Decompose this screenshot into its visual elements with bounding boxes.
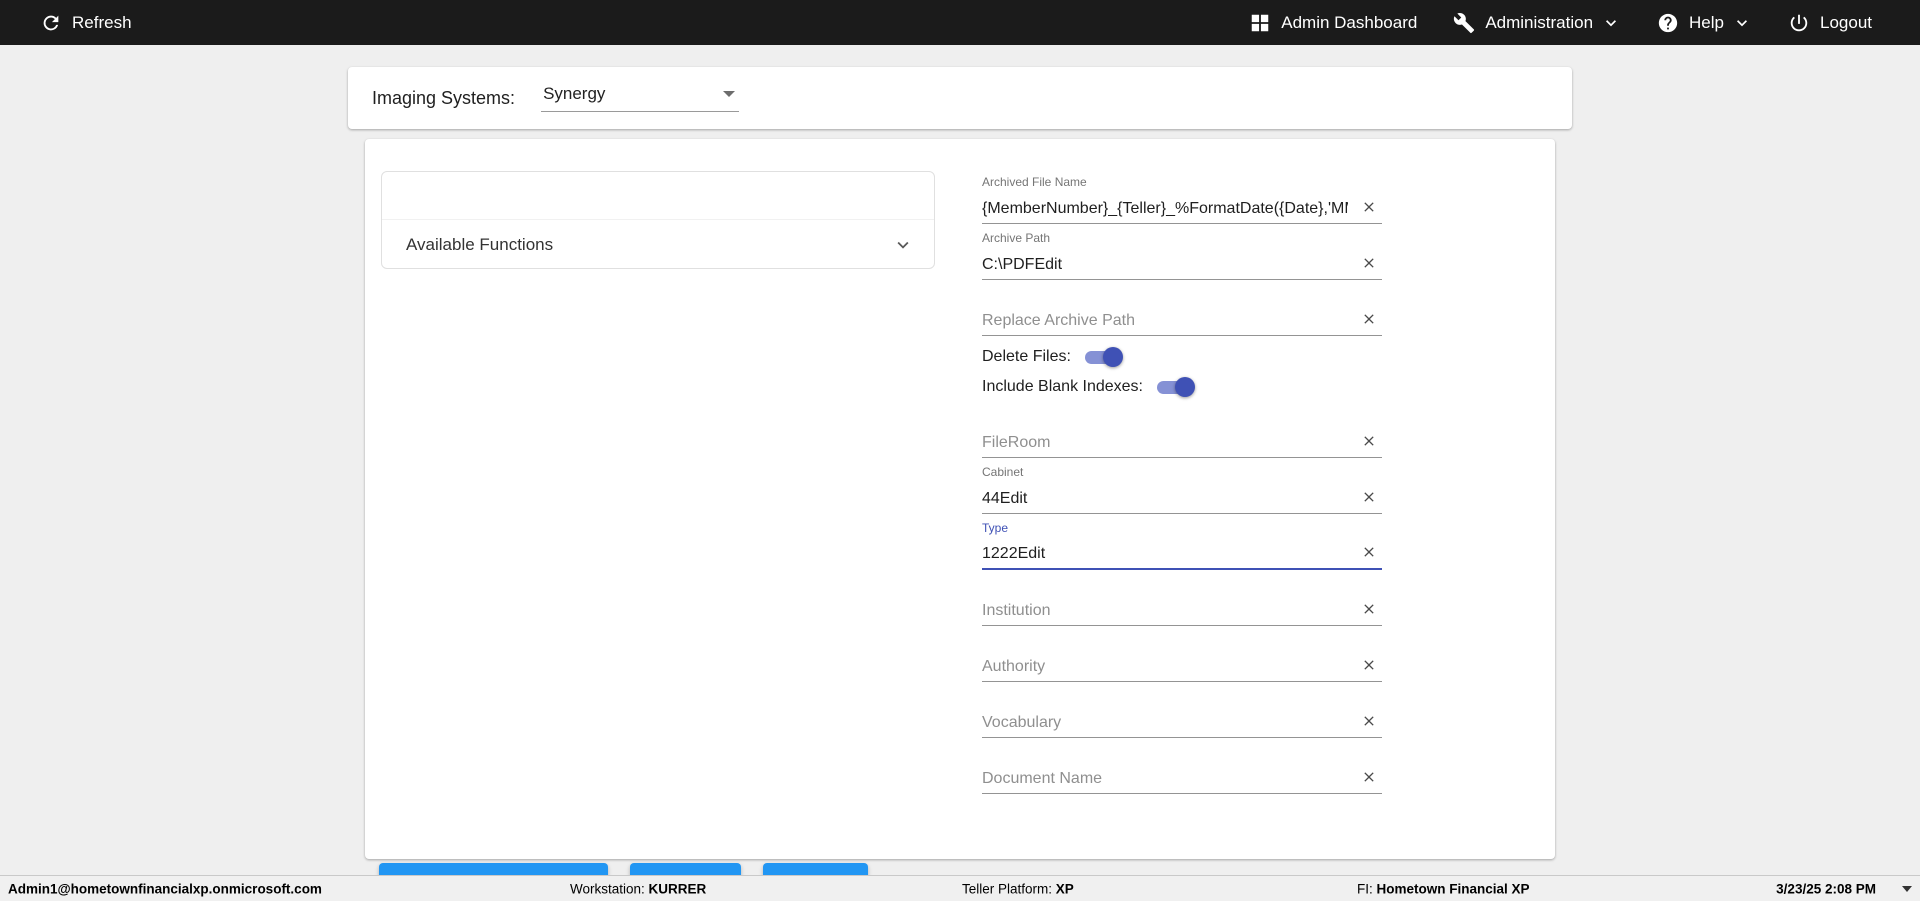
- field-archive-path: Archive Path: [982, 224, 1382, 280]
- clear-icon[interactable]: [1356, 539, 1382, 565]
- logout-button[interactable]: Logout: [1788, 12, 1872, 34]
- fileroom-input[interactable]: [982, 434, 1348, 452]
- available-functions-label: Available Functions: [406, 235, 553, 255]
- statusbar-financial-institution: FI: Hometown Financial XP: [1357, 881, 1530, 896]
- archive-path-input[interactable]: [982, 256, 1348, 274]
- statusbar-datetime: 3/23/25 2:08 PM: [1776, 881, 1876, 896]
- type-input[interactable]: [982, 545, 1348, 563]
- include-blank-indexes-label: Include Blank Indexes:: [982, 378, 1143, 396]
- statusbar-caret-icon: [1902, 886, 1912, 892]
- field-fileroom: [982, 402, 1382, 458]
- field-label: Cabinet: [982, 465, 1023, 479]
- clear-icon[interactable]: [1356, 764, 1382, 790]
- delete-files-label: Delete Files:: [982, 348, 1071, 366]
- field-cabinet: Cabinet: [982, 458, 1382, 514]
- statusbar: Admin1@hometownfinancialxp.onmicrosoft.c…: [0, 875, 1920, 901]
- imaging-system-selected-value: Synergy: [543, 84, 605, 104]
- field-authority: [982, 626, 1382, 682]
- help-menu[interactable]: Help: [1657, 12, 1752, 34]
- field-vocabulary: [982, 682, 1382, 738]
- include-blank-indexes-row: Include Blank Indexes:: [982, 372, 1382, 402]
- functions-panel-header-row: [382, 172, 934, 220]
- topbar: Refresh Admin Dashboard Administration H…: [0, 0, 1920, 45]
- available-functions-expander[interactable]: Available Functions: [382, 220, 934, 269]
- main-settings-card: Available Functions Archived File Name A…: [365, 139, 1555, 859]
- field-type: Type: [982, 514, 1382, 570]
- field-institution: [982, 570, 1382, 626]
- institution-input[interactable]: [982, 602, 1348, 620]
- delete-files-row: Delete Files:: [982, 342, 1382, 372]
- topbar-right: Admin Dashboard Administration Help Logo…: [1249, 12, 1872, 34]
- chevron-down-icon: [892, 234, 914, 256]
- fi-label: FI:: [1357, 881, 1373, 896]
- toggle-thumb: [1103, 347, 1123, 367]
- clear-icon[interactable]: [1356, 484, 1382, 510]
- workstation-value: KURRER: [649, 881, 707, 896]
- field-replace-archive-path: [982, 280, 1382, 336]
- workstation-label: Workstation:: [570, 881, 645, 896]
- refresh-label: Refresh: [72, 13, 132, 33]
- cabinet-input[interactable]: [982, 490, 1348, 508]
- document-name-input[interactable]: [982, 770, 1348, 788]
- admin-dashboard-button[interactable]: Admin Dashboard: [1249, 12, 1417, 34]
- statusbar-teller-platform: Teller Platform: XP: [962, 881, 1074, 896]
- authority-input[interactable]: [982, 658, 1348, 676]
- teller-platform-value: XP: [1056, 881, 1074, 896]
- replace-archive-path-input[interactable]: [982, 312, 1348, 330]
- select-dropdown-arrow-icon: [723, 91, 735, 97]
- chevron-down-icon: [1601, 13, 1621, 33]
- imaging-system-select[interactable]: Synergy: [541, 84, 739, 112]
- power-icon: [1788, 12, 1810, 34]
- include-blank-indexes-toggle[interactable]: [1153, 376, 1195, 398]
- refresh-button[interactable]: Refresh: [40, 12, 132, 34]
- statusbar-workstation: Workstation: KURRER: [570, 881, 706, 896]
- clear-icon[interactable]: [1356, 428, 1382, 454]
- clear-icon[interactable]: [1356, 306, 1382, 332]
- refresh-icon: [40, 12, 62, 34]
- admin-dashboard-label: Admin Dashboard: [1281, 13, 1417, 33]
- chevron-down-icon: [1732, 13, 1752, 33]
- fi-value: Hometown Financial XP: [1377, 881, 1530, 896]
- wrench-icon: [1453, 12, 1475, 34]
- dashboard-grid-icon: [1249, 12, 1271, 34]
- statusbar-user: Admin1@hometownfinancialxp.onmicrosoft.c…: [8, 881, 322, 896]
- field-label: Type: [982, 521, 1008, 535]
- clear-icon[interactable]: [1356, 250, 1382, 276]
- clear-icon[interactable]: [1356, 652, 1382, 678]
- logout-label: Logout: [1820, 13, 1872, 33]
- imaging-systems-card: Imaging Systems: Synergy: [348, 67, 1572, 129]
- toggle-thumb: [1175, 377, 1195, 397]
- vocabulary-input[interactable]: [982, 714, 1348, 732]
- field-archived-file-name: Archived File Name: [982, 168, 1382, 224]
- imaging-systems-label: Imaging Systems:: [372, 88, 515, 109]
- clear-icon[interactable]: [1356, 194, 1382, 220]
- field-label: Archive Path: [982, 231, 1050, 245]
- delete-files-toggle[interactable]: [1081, 346, 1123, 368]
- administration-label: Administration: [1485, 13, 1593, 33]
- clear-icon[interactable]: [1356, 708, 1382, 734]
- teller-platform-label: Teller Platform:: [962, 881, 1052, 896]
- toggle-group: Delete Files: Include Blank Indexes:: [982, 342, 1382, 402]
- archive-settings-form: Archived File Name Archive Path Delete F…: [982, 168, 1382, 794]
- clear-icon[interactable]: [1356, 596, 1382, 622]
- available-functions-panel: Available Functions: [381, 171, 935, 269]
- administration-menu[interactable]: Administration: [1453, 12, 1621, 34]
- help-label: Help: [1689, 13, 1724, 33]
- help-icon: [1657, 12, 1679, 34]
- archived-file-name-input[interactable]: [982, 200, 1348, 218]
- field-document-name: [982, 738, 1382, 794]
- page: Refresh Admin Dashboard Administration H…: [0, 0, 1920, 901]
- field-label: Archived File Name: [982, 175, 1087, 189]
